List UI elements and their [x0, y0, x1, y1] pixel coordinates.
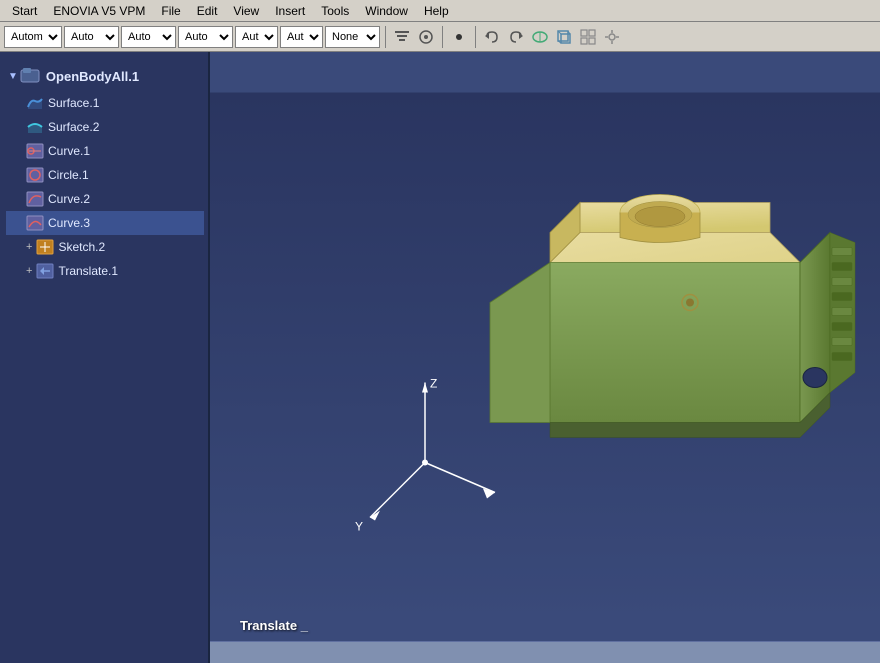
tree-root: ▼ OpenBodyAll.1 Surface.1	[0, 52, 208, 287]
tree-root-item[interactable]: ▼ OpenBodyAll.1	[6, 60, 204, 91]
translate1-icon	[36, 262, 54, 280]
toolbar-separator-1	[385, 26, 386, 48]
menu-tools[interactable]: Tools	[313, 2, 357, 20]
toolbar-icon-dot[interactable]	[448, 26, 470, 48]
curve1-icon	[26, 142, 44, 160]
toolbar-icon-redo[interactable]	[505, 26, 527, 48]
translate-status-label: Translate _	[240, 618, 308, 633]
status-bar	[210, 641, 880, 663]
toolbar-icon-grid[interactable]	[577, 26, 599, 48]
toolbar-dropdown-2[interactable]: Auto	[64, 26, 119, 48]
sketch2-expand: +	[26, 241, 32, 253]
toolbar-separator-3	[475, 26, 476, 48]
toolbar-dropdown-1[interactable]: Autom	[4, 26, 62, 48]
svg-text:Z: Z	[430, 377, 437, 391]
tree-item-sketch2[interactable]: + Sketch.2	[6, 235, 204, 259]
toolbar-dropdown-3[interactable]: Auto	[121, 26, 176, 48]
toolbar-icon-snap[interactable]	[415, 26, 437, 48]
toolbar-dropdown-6[interactable]: Aut	[280, 26, 323, 48]
curve1-label: Curve.1	[48, 144, 90, 158]
menu-help[interactable]: Help	[416, 2, 457, 20]
viewport[interactable]: ✛ ✛	[210, 52, 880, 663]
toolbar-icon-view3d[interactable]	[553, 26, 575, 48]
surface1-icon	[26, 94, 44, 112]
toolbar-icon-measure[interactable]	[529, 26, 551, 48]
tree-item-curve3[interactable]: Curve.3	[6, 211, 204, 235]
expand-icon-root: ▼	[8, 71, 18, 82]
curve3-label: Curve.3	[48, 216, 90, 230]
toolbar: Autom Auto Auto Auto Aut Aut None	[0, 22, 880, 52]
tree-item-circle1[interactable]: Circle.1	[6, 163, 204, 187]
toolbar-dropdown-5[interactable]: Aut	[235, 26, 278, 48]
tree-item-surface1[interactable]: Surface.1	[6, 91, 204, 115]
menu-file[interactable]: File	[153, 2, 188, 20]
surface2-label: Surface.2	[48, 120, 99, 134]
sketch2-label: Sketch.2	[58, 240, 105, 254]
curve2-icon	[26, 190, 44, 208]
circle1-icon	[26, 166, 44, 184]
menu-start[interactable]: Start	[4, 2, 45, 20]
toolbar-icon-undo[interactable]	[481, 26, 503, 48]
tree-item-curve2[interactable]: Curve.2	[6, 187, 204, 211]
surface2-icon	[26, 118, 44, 136]
toolbar-icon-filter[interactable]	[391, 26, 413, 48]
translate1-expand: +	[26, 265, 32, 277]
tree-item-curve1[interactable]: Curve.1	[6, 139, 204, 163]
translate1-label: Translate.1	[58, 264, 118, 278]
toolbar-dropdown-7[interactable]: None	[325, 26, 380, 48]
menu-enovia[interactable]: ENOVIA V5 VPM	[45, 2, 153, 20]
surface1-label: Surface.1	[48, 96, 99, 110]
toolbar-icon-settings[interactable]	[601, 26, 623, 48]
toolbar-dropdown-4[interactable]: Auto	[178, 26, 233, 48]
toolbar-separator-2	[442, 26, 443, 48]
sketch2-icon	[36, 238, 54, 256]
curve2-label: Curve.2	[48, 192, 90, 206]
circle1-label: Circle.1	[48, 168, 89, 182]
menu-bar: Start ENOVIA V5 VPM File Edit View Inser…	[0, 0, 880, 22]
tree-item-translate1[interactable]: + Translate.1	[6, 259, 204, 283]
curve3-icon	[26, 214, 44, 232]
menu-window[interactable]: Window	[357, 2, 416, 20]
menu-insert[interactable]: Insert	[267, 2, 313, 20]
tree-root-label: OpenBodyAll.1	[46, 69, 139, 84]
root-icon	[20, 66, 40, 87]
viewport-svg: Z Y	[210, 52, 880, 663]
main-area: ▼ OpenBodyAll.1 Surface.1	[0, 52, 880, 663]
tree-panel: ▼ OpenBodyAll.1 Surface.1	[0, 52, 210, 663]
menu-view[interactable]: View	[225, 2, 267, 20]
tree-item-surface2[interactable]: Surface.2	[6, 115, 204, 139]
svg-text:Y: Y	[355, 520, 363, 534]
menu-edit[interactable]: Edit	[189, 2, 226, 20]
